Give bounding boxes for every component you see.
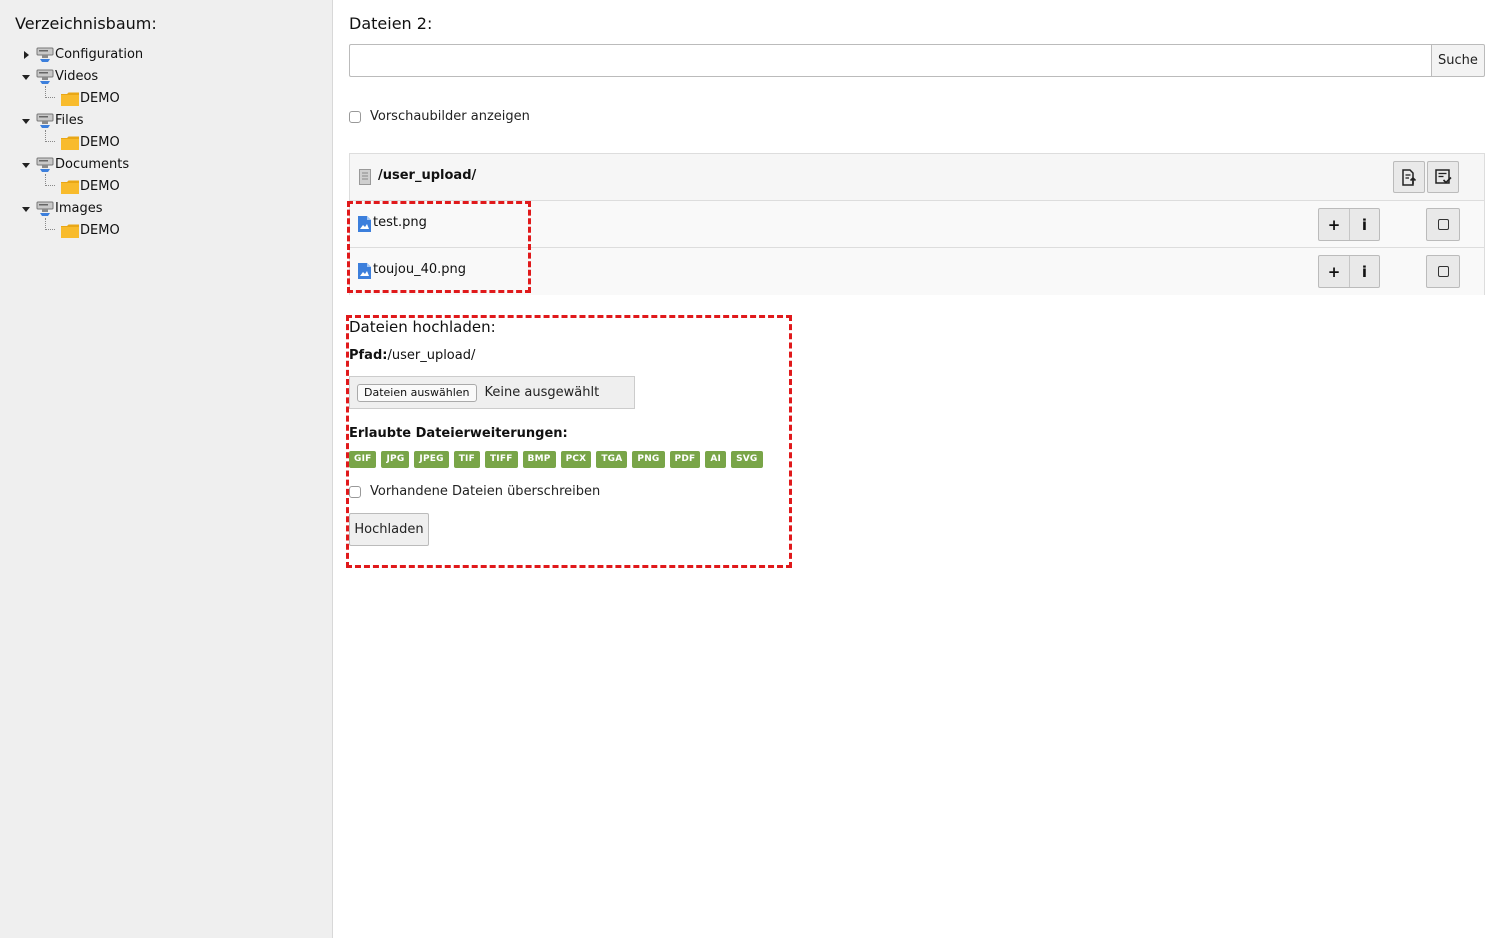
tree-folder-label[interactable]: DEMO <box>80 176 120 198</box>
add-file-button[interactable]: + <box>1319 256 1349 287</box>
tree-child-item: DEMO <box>0 218 330 242</box>
tree-connector <box>45 130 55 142</box>
tree-item-label[interactable]: Configuration <box>55 44 143 66</box>
image-file-icon <box>358 216 371 232</box>
file-upload-icon <box>1402 168 1417 186</box>
upload-path-label: Pfad: <box>349 348 388 363</box>
tree-item-label[interactable]: Images <box>55 198 103 220</box>
extension-badge: SVG <box>731 451 763 468</box>
storage-mount-icon <box>36 157 54 173</box>
file-list: /user_upload/ test.png + i toujou_40.png… <box>349 153 1485 295</box>
current-path: /user_upload/ <box>378 168 477 183</box>
image-file-icon <box>358 263 371 279</box>
tree-folder-label[interactable]: DEMO <box>80 88 120 110</box>
checkbox-icon <box>1437 266 1449 277</box>
upload-path: Pfad:/user_upload/ <box>349 348 475 363</box>
tree-child-item: DEMO <box>0 86 330 110</box>
extension-badge: GIF <box>349 451 377 468</box>
page-title: Dateien 2: <box>349 14 433 33</box>
folder-icon <box>61 180 79 194</box>
tree-connector <box>45 174 55 186</box>
directory-tree: Configuration Videos DEMO Files DEMO Document… <box>0 44 330 242</box>
file-row: test.png + i <box>350 201 1484 248</box>
folder-icon <box>61 92 79 106</box>
collapse-toggle-icon[interactable] <box>20 154 32 176</box>
add-file-button[interactable]: + <box>1319 209 1349 240</box>
extension-badge: AI <box>705 451 727 468</box>
storage-mount-icon <box>36 69 54 85</box>
folder-icon <box>61 224 79 238</box>
search-button[interactable]: Suche <box>1431 44 1485 77</box>
extensions-title: Erlaubte Dateierweiterungen: <box>349 426 568 441</box>
search-bar: Suche <box>349 44 1485 77</box>
thumbnails-label: Vorschaubilder anzeigen <box>370 109 530 124</box>
tree-child-item: DEMO <box>0 174 330 198</box>
sidebar-title: Verzeichnisbaum: <box>15 14 157 33</box>
folder-document-icon <box>359 169 371 185</box>
tree-item-label[interactable]: Files <box>55 110 84 132</box>
extension-badge: BMP <box>522 451 556 468</box>
extension-badge: PDF <box>669 451 701 468</box>
tree-item: Videos <box>0 66 330 88</box>
file-picker: Dateien auswählen Keine ausgewählt <box>349 376 635 409</box>
extension-badge: TGA <box>596 451 628 468</box>
upload-title: Dateien hochladen: <box>349 318 496 336</box>
tree-connector <box>45 218 55 230</box>
extension-badge: JPEG <box>414 451 449 468</box>
overwrite-checkbox[interactable] <box>349 485 361 498</box>
tree-item-label[interactable]: Documents <box>55 154 129 176</box>
extension-badge: JPG <box>381 451 410 468</box>
select-file-button[interactable] <box>1426 255 1460 288</box>
tree-item: Documents <box>0 154 330 176</box>
extension-badge: PCX <box>560 451 592 468</box>
tree-item-label[interactable]: Videos <box>55 66 98 88</box>
storage-mount-icon <box>36 201 54 217</box>
storage-mount-icon <box>36 47 54 63</box>
file-info-button[interactable]: i <box>1349 209 1379 240</box>
upload-files-button[interactable] <box>1393 161 1425 193</box>
tree-item: Files <box>0 110 330 132</box>
checkbox-icon <box>1437 219 1449 230</box>
tree-folder-label[interactable]: DEMO <box>80 132 120 154</box>
folder-icon <box>61 136 79 150</box>
file-name[interactable]: test.png <box>373 215 427 230</box>
thumbnails-checkbox[interactable] <box>349 110 361 123</box>
tree-item: Images <box>0 198 330 220</box>
sidebar: Verzeichnisbaum: Configuration Videos DEMO… <box>0 0 333 938</box>
storage-mount-icon <box>36 113 54 129</box>
clipboard-check-icon <box>1434 169 1452 184</box>
file-actions: + i <box>1318 255 1380 288</box>
select-file-button[interactable] <box>1426 208 1460 241</box>
clipboard-button[interactable] <box>1427 161 1459 193</box>
file-info-button[interactable]: i <box>1349 256 1379 287</box>
tree-folder-label[interactable]: DEMO <box>80 220 120 242</box>
thumbnails-option: Vorschaubilder anzeigen <box>349 109 530 124</box>
extension-badge: PNG <box>632 451 665 468</box>
tree-item: Configuration <box>0 44 330 66</box>
upload-path-value: /user_upload/ <box>387 348 476 363</box>
file-row: toujou_40.png + i <box>350 248 1484 295</box>
extension-badge: TIF <box>453 451 480 468</box>
extension-badge: TIFF <box>484 451 518 468</box>
file-list-header: /user_upload/ <box>350 154 1484 201</box>
extensions-list: GIF JPG JPEG TIF TIFF BMP PCX TGA PNG PDF AI SVG <box>349 451 763 468</box>
tree-child-item: DEMO <box>0 130 330 154</box>
overwrite-option: Vorhandene Dateien überschreiben <box>349 484 600 499</box>
search-input[interactable] <box>349 44 1431 77</box>
collapse-toggle-icon[interactable] <box>20 198 32 220</box>
collapse-toggle-icon[interactable] <box>20 66 32 88</box>
expand-toggle-icon[interactable] <box>20 44 32 66</box>
file-name[interactable]: toujou_40.png <box>373 262 466 277</box>
tree-connector <box>45 86 55 98</box>
choose-files-button[interactable]: Dateien auswählen <box>357 383 477 402</box>
upload-button[interactable]: Hochladen <box>349 513 429 546</box>
file-actions: + i <box>1318 208 1380 241</box>
collapse-toggle-icon[interactable] <box>20 110 32 132</box>
choose-files-status: Keine ausgewählt <box>484 385 600 400</box>
overwrite-label: Vorhandene Dateien überschreiben <box>370 484 601 499</box>
